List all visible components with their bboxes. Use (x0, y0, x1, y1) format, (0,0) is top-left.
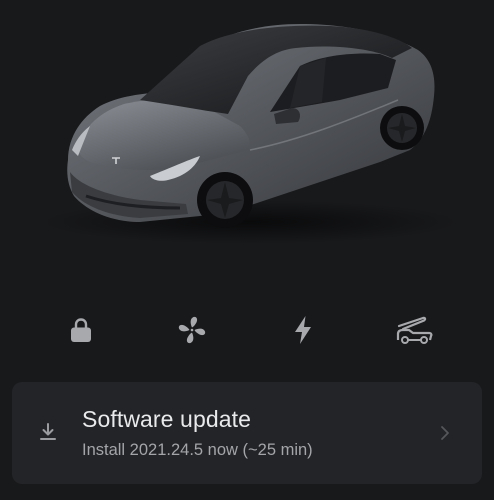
download-icon (40, 423, 56, 440)
software-update-title: Software update (82, 406, 252, 432)
software-update-card[interactable]: Software update Install 2021.24.5 now (~… (12, 382, 482, 484)
car-illustration (40, 24, 460, 244)
vehicle-image (0, 0, 494, 250)
climate-button[interactable] (172, 310, 212, 350)
frunk-button[interactable] (394, 310, 434, 350)
frunk-icon (396, 316, 433, 344)
software-update-subtitle: Install 2021.24.5 now (~25 min) (82, 441, 313, 459)
bolt-icon (295, 316, 311, 344)
lock-icon (71, 318, 91, 342)
charge-button[interactable] (283, 310, 323, 350)
quick-actions-bar (0, 310, 494, 350)
lock-button[interactable] (61, 310, 101, 350)
chevron-right-icon (441, 426, 449, 440)
fan-icon (178, 316, 206, 344)
